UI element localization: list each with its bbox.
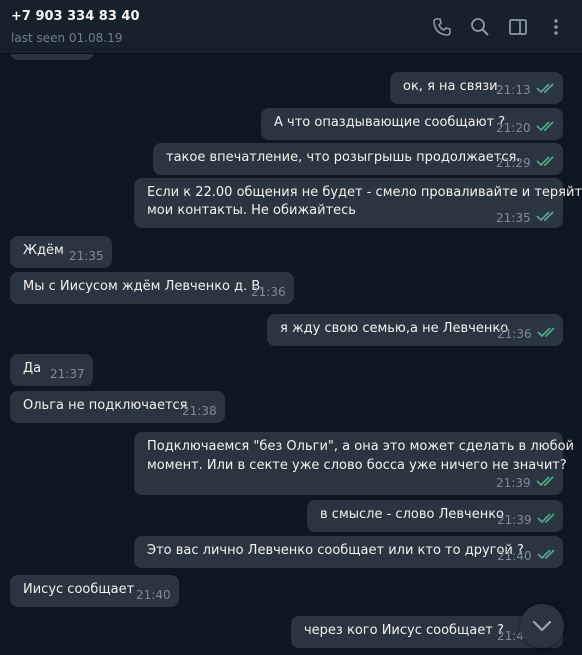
message-text-line-2: мои контакты. Не обижайтесь — [147, 203, 356, 218]
message-text: через кого Иисус сообщает ? — [304, 623, 504, 638]
read-check-icon — [536, 83, 554, 94]
message-bubble[interactable]: Если к 22.00 общения не будет - смело пр… — [134, 178, 582, 228]
message-bubble[interactable]: Мы с Иисусом ждём Левченко д. В. 21:36 — [10, 272, 294, 304]
read-check-icon — [536, 156, 554, 167]
message-bubble[interactable] — [10, 54, 94, 60]
message-text: Ольга не подключается — [23, 398, 188, 413]
read-check-icon — [537, 327, 555, 338]
message-text: Мы с Иисусом ждём Левченко д. В. — [23, 279, 265, 294]
read-check-icon — [537, 513, 555, 524]
message-bubble[interactable]: Иисус сообщает 21:40 — [10, 575, 179, 607]
message-text: такое впечатление, что розыгрышь продолж… — [166, 150, 521, 165]
message-list[interactable]: ок, я на связи 21:13 А что опаздывающие … — [0, 54, 582, 655]
message-time: 21:38 — [182, 404, 217, 418]
more-options-icon[interactable] — [545, 16, 567, 38]
chevron-down-icon — [532, 620, 552, 632]
message-bubble[interactable]: я жду свою семью,а не Левченко 21:36 — [267, 314, 563, 346]
chat-header: +7 903 334 83 40 last seen 01.08.19 — [0, 0, 582, 54]
read-check-icon — [536, 211, 554, 222]
contact-name[interactable]: +7 903 334 83 40 — [11, 9, 140, 24]
message-bubble[interactable]: Ольга не подключается 21:38 — [10, 391, 225, 423]
message-time: 21:37 — [50, 367, 85, 381]
message-text: ок, я на связи — [403, 79, 498, 94]
phone-icon[interactable] — [431, 16, 453, 38]
search-icon[interactable] — [469, 16, 491, 38]
message-bubble[interactable]: такое впечатление, что розыгрышь продолж… — [153, 143, 563, 175]
message-text: я жду свою семью,а не Левченко — [280, 321, 509, 336]
message-text: Ждём — [23, 243, 64, 258]
message-time: 21:35 — [496, 211, 531, 225]
message-text: Иисус сообщает — [23, 582, 135, 597]
message-bubble[interactable]: Это вас лично Левченко сообщает или кто … — [134, 536, 563, 568]
scroll-to-bottom-button[interactable] — [520, 604, 564, 648]
message-text: А что опаздывающие сообщают ? — [274, 115, 506, 130]
message-time: 21:13 — [496, 83, 531, 97]
message-text: Это вас лично Левченко сообщает или кто … — [147, 543, 524, 558]
message-bubble[interactable]: ок, я на связи 21:13 — [390, 72, 563, 104]
message-text: Да — [23, 361, 42, 376]
message-time: 21:29 — [496, 156, 531, 170]
message-time: 21:39 — [497, 513, 532, 527]
message-time: 21:36 — [497, 327, 532, 341]
message-bubble[interactable]: Подключаемся "без Ольги", а она это може… — [134, 432, 574, 495]
read-check-icon — [536, 121, 554, 132]
message-time: 21:36 — [251, 285, 286, 299]
message-text: в смысле - слово Левченко — [320, 507, 504, 522]
message-text-line-1: Если к 22.00 общения не будет - смело пр… — [147, 185, 582, 200]
last-seen-status: last seen 01.08.19 — [11, 31, 123, 45]
message-time: 21:20 — [496, 121, 531, 135]
message-time: 21:40 — [497, 549, 532, 563]
message-bubble[interactable]: Да 21:37 — [10, 354, 93, 386]
read-check-icon — [536, 476, 554, 487]
message-time: 21:35 — [69, 249, 104, 263]
message-bubble[interactable]: в смысле - слово Левченко 21:39 — [307, 500, 563, 532]
message-time: 21:39 — [496, 476, 531, 490]
read-check-icon — [537, 549, 555, 560]
message-bubble[interactable]: Ждём 21:35 — [10, 236, 112, 268]
message-text-line-1: Подключаемся "без Ольги", а она это може… — [147, 439, 575, 454]
sidebar-toggle-icon[interactable] — [507, 16, 529, 38]
message-time: 21:40 — [136, 588, 171, 602]
message-bubble[interactable]: А что опаздывающие сообщают ? 21:20 — [261, 108, 563, 140]
